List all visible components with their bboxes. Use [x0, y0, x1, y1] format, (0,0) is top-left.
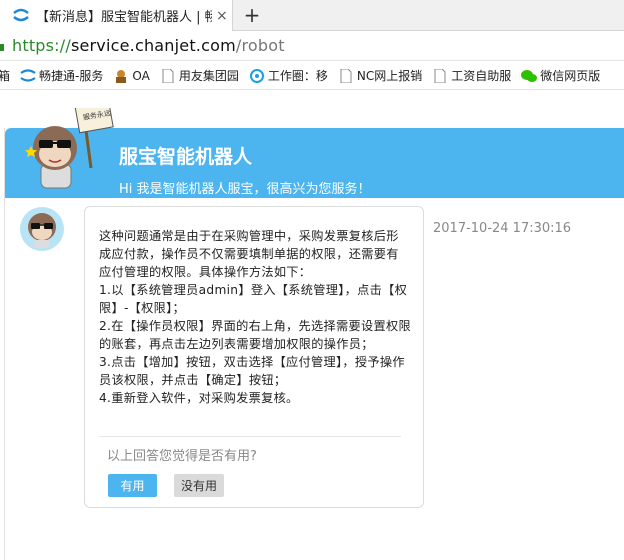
page-icon	[434, 68, 446, 83]
chat-panel: 服宝智能机器人 Hi 我是智能机器人服宝，很高兴为您服务！ 服务永远 这种问题通…	[4, 108, 624, 560]
helpful-no-button[interactable]: 没有用	[174, 474, 224, 497]
bookmark-label: NC网上报销	[356, 69, 423, 83]
message-line: 1.以【系统管理员admin】登入【系统管理】，点击【权限】-【权限】；	[99, 283, 408, 315]
page-icon	[340, 68, 352, 83]
bookmark-workcircle[interactable]: 工作圈：移	[249, 67, 328, 84]
bookmark-label: OA	[132, 68, 150, 83]
mascot-avatar-icon: 服务永远	[25, 108, 114, 189]
feedback-question: 以上回答您觉得是否有用?	[107, 449, 257, 464]
secure-lock-icon	[0, 43, 4, 51]
helpful-yes-button[interactable]: 有用	[108, 474, 157, 497]
bot-greeting: Hi 我是智能机器人服宝，很高兴为您服务！	[119, 182, 371, 197]
bookmark-wechat[interactable]: 微信网页版	[521, 67, 600, 84]
tab-title: 【新消息】服宝智能机器人 | 畅	[36, 10, 212, 25]
url-text[interactable]: https://service.chanjet.com/robot	[12, 36, 285, 55]
url-path: /robot	[235, 36, 285, 55]
message-line: 这种问题通常是由于在采购管理中，采购发票复核后形成应付款，操作员不仅需要填制单据…	[99, 229, 399, 279]
page-icon	[162, 68, 174, 83]
bookmark-label: 畅捷通-服务	[39, 69, 104, 83]
bot-message-bubble: 这种问题通常是由于在采购管理中，采购发票复核后形成应付款，操作员不仅需要填制单据…	[84, 206, 424, 508]
chanjet-favicon-icon	[13, 8, 29, 21]
message-timestamp: 2017-10-24 17:30:16	[433, 221, 572, 236]
wechat-icon	[521, 69, 538, 82]
oa-icon	[116, 69, 127, 83]
message-line: 4.重新登入软件，对采购发票复核。	[99, 391, 299, 405]
bookmark-salary[interactable]: 工资自助服	[432, 67, 511, 84]
bookmark-label: 用友集团园	[178, 69, 239, 83]
message-line: 3.点击【增加】按钮，双击选择【应付管理】，授予操作员该权限，并点击【确定】按钮…	[99, 355, 405, 387]
bookmarks-bar: 邮箱 畅捷通-服务 OA 用友集团园 工作圈：移 NC网上报销	[0, 62, 624, 90]
bookmark-mail[interactable]: 邮箱	[0, 67, 10, 84]
bot-avatar-icon	[20, 207, 64, 251]
tab-close-icon[interactable]: ×	[216, 8, 228, 24]
new-tab-button[interactable]: +	[242, 3, 262, 27]
feedback-divider	[99, 436, 401, 437]
address-bar[interactable]: https://service.chanjet.com/robot	[0, 31, 624, 61]
message-body: 这种问题通常是由于在采购管理中，采购发票复核后形成应付款，操作员不仅需要填制单据…	[99, 227, 411, 407]
bot-name: 服宝智能机器人	[119, 146, 253, 168]
tab-bar: 【新消息】服宝智能机器人 | 畅 × +	[0, 0, 624, 31]
bookmark-nc-reimbursement[interactable]: NC网上报销	[338, 67, 422, 84]
browser-tab[interactable]: 【新消息】服宝智能机器人 | 畅 ×	[0, 0, 233, 31]
chanjet-icon	[20, 68, 36, 82]
bookmark-label: 邮箱	[0, 67, 10, 84]
bookmark-label: 工资自助服	[451, 69, 512, 83]
url-scheme: https://	[12, 36, 71, 55]
bookmark-label: 微信网页版	[540, 69, 601, 83]
bookmark-label: 工作圈：移	[267, 69, 328, 83]
bookmark-yonyou[interactable]: 用友集团园	[160, 67, 239, 84]
circle-icon	[249, 68, 264, 83]
bookmark-oa[interactable]: OA	[113, 68, 150, 83]
bookmark-chanjet-service[interactable]: 畅捷通-服务	[20, 67, 103, 84]
url-host: service.chanjet.com	[70, 36, 236, 55]
message-line: 2.在【操作员权限】界面的右上角，先选择需要设置权限的账套，再点击左边列表需要增…	[99, 319, 411, 351]
